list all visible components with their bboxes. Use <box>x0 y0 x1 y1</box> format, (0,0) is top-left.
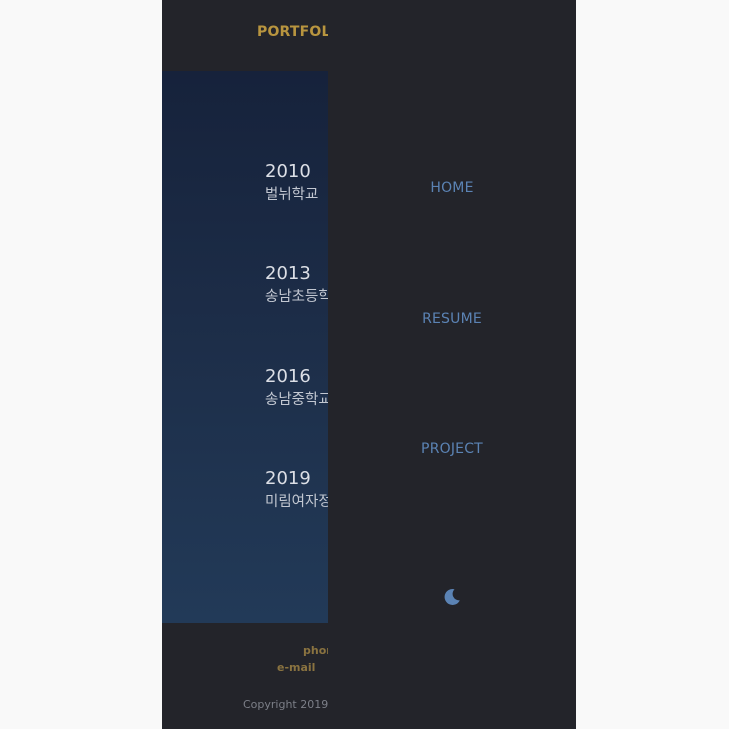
copyright: Copyright 2019. <box>243 698 328 711</box>
timeline-year: 2010 <box>265 161 311 182</box>
timeline-item: 2010 벌뉘학교 <box>265 161 318 205</box>
timeline-school: 송남중학교 <box>265 392 328 408</box>
timeline-school: 송남초등학교 <box>265 289 328 305</box>
timeline-school: 미림여자정보과학고등학교 <box>265 494 328 510</box>
timeline-school: 벌뉘학교 <box>265 187 319 203</box>
footer: phone e-mail Copyright 2019. <box>162 623 328 729</box>
menu-item-home[interactable]: HOME <box>328 180 576 196</box>
theme-toggle-button[interactable] <box>442 587 462 607</box>
timeline-year: 2013 <box>265 263 311 284</box>
timeline-item: 2016 송남중학교 <box>265 366 328 410</box>
app-screen: PORTFOLIO 2010 벌뉘학교 2013 송남초등학교 2016 송남중… <box>162 0 576 729</box>
timeline-item: 2019 미림여자정보과학고등학교 <box>265 468 328 512</box>
phone-label: phone <box>303 644 328 657</box>
moon-icon <box>444 588 460 605</box>
timeline-year: 2016 <box>265 366 311 387</box>
timeline-year: 2019 <box>265 468 311 489</box>
side-menu: HOME RESUME PROJECT <box>328 0 576 729</box>
menu-item-resume[interactable]: RESUME <box>328 311 576 327</box>
timeline-item: 2013 송남초등학교 <box>265 263 328 307</box>
menu-item-project[interactable]: PROJECT <box>328 441 576 457</box>
timeline-section: 2010 벌뉘학교 2013 송남초등학교 2016 송남중학교 2019 미림… <box>162 71 328 623</box>
email-label: e-mail <box>277 661 316 674</box>
